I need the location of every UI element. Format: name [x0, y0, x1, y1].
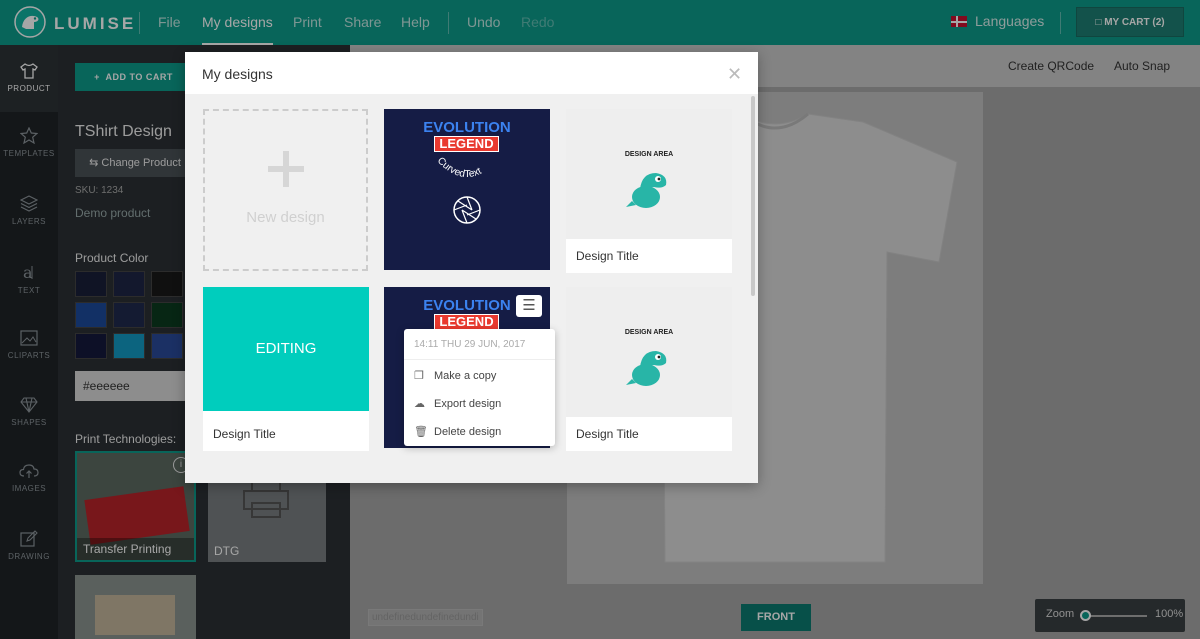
close-icon[interactable]: ✕	[727, 64, 742, 85]
plus-icon	[268, 151, 304, 187]
svg-text:CurvedText: CurvedText	[435, 155, 484, 180]
new-design-card[interactable]: New design	[203, 109, 368, 271]
modal-title: My designs	[202, 66, 273, 82]
menu-item-label: Export design	[434, 398, 502, 410]
design-area-text: DESIGN AREA	[624, 151, 674, 158]
design-title: Design Title	[566, 239, 732, 273]
export-design-menu-item[interactable]: ☁ Export design	[414, 397, 501, 410]
copy-icon: ❐	[414, 370, 424, 382]
design-timestamp: 14:11 THU 29 JUN, 2017	[414, 339, 526, 350]
make-copy-menu-item[interactable]: ❐ Make a copy	[414, 369, 496, 382]
divider	[404, 359, 555, 360]
delete-design-menu-item[interactable]: 🗑 Delete design	[414, 425, 501, 438]
design-context-menu: 14:11 THU 29 JUN, 2017 ❐ Make a copy ☁ Exp…	[404, 329, 555, 446]
modal-scrollbar[interactable]	[751, 96, 755, 296]
design-card[interactable]: EVOLUTION LEGEND CurvedText	[384, 109, 550, 270]
design-area-text: DESIGN AREA	[624, 329, 674, 336]
menu-item-label: Delete design	[434, 426, 502, 438]
artwork-legend-text: LEGEND	[434, 136, 499, 152]
download-icon: ☁	[414, 398, 425, 410]
artwork-evolution-text: EVOLUTION	[423, 119, 511, 136]
modal-header: My designs ✕	[185, 52, 758, 94]
dinosaur-mascot-icon	[626, 351, 667, 386]
aperture-icon	[453, 196, 481, 224]
editing-badge: EDITING	[203, 287, 369, 411]
menu-item-label: Make a copy	[434, 370, 497, 382]
new-design-label: New design	[246, 209, 325, 226]
hamburger-menu-icon[interactable]: ☰	[516, 295, 542, 317]
curved-text: CurvedText	[435, 155, 484, 180]
my-designs-modal: My designs ✕ New design EVOLUTION LEGEND…	[185, 52, 758, 483]
dinosaur-mascot-icon	[626, 173, 667, 208]
design-title: Design Title	[203, 417, 369, 451]
design-card-editing[interactable]: EDITING Design Title	[203, 287, 369, 451]
trash-icon: 🗑	[414, 426, 428, 438]
artwork-legend-text: LEGEND	[434, 314, 499, 330]
design-card[interactable]: DESIGN AREA Design Title	[566, 109, 732, 273]
design-title: Design Title	[566, 417, 732, 451]
design-card[interactable]: DESIGN AREA Design Title	[566, 287, 732, 451]
curved-text-art: CurvedText	[435, 155, 484, 180]
